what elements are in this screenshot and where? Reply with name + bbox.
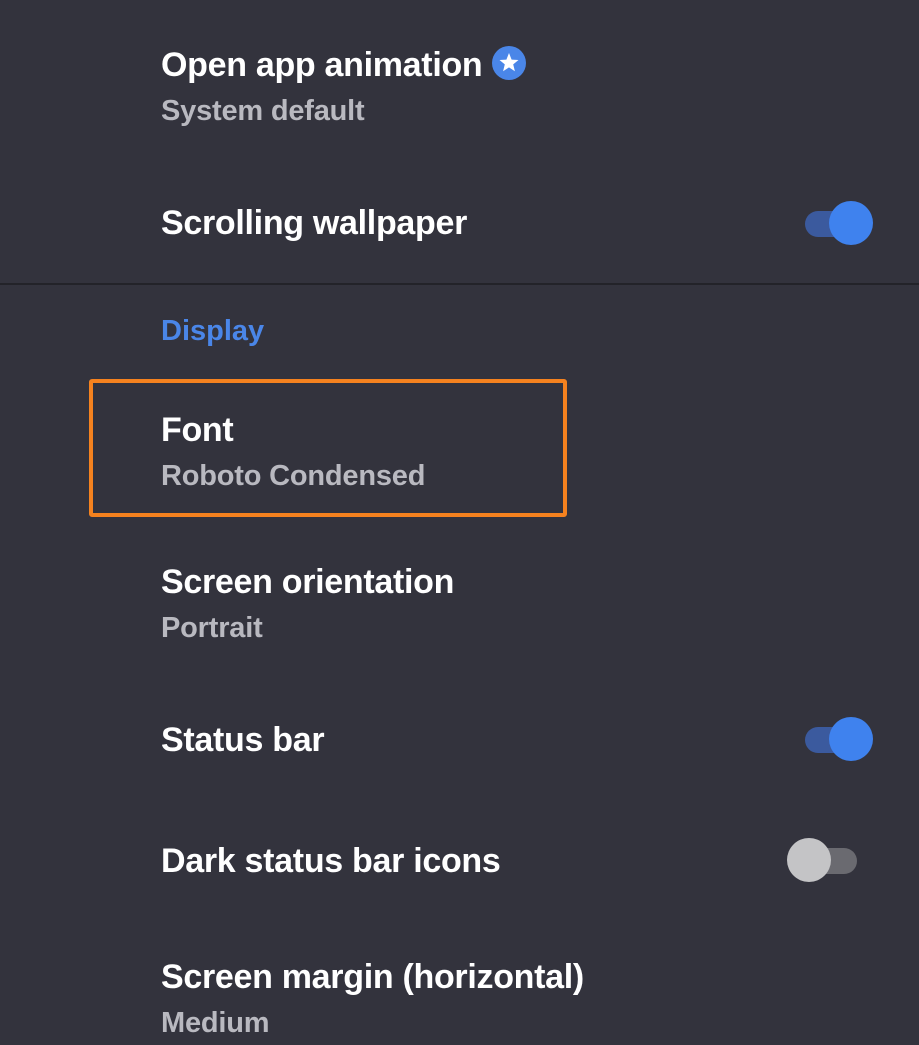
open-app-animation-title: Open app animation bbox=[161, 46, 483, 84]
open-app-animation-value: System default bbox=[161, 95, 365, 127]
star-icon bbox=[492, 46, 527, 81]
screen-margin-title: Screen margin (horizontal) bbox=[161, 958, 584, 996]
status-bar-setting[interactable]: Status bar bbox=[0, 680, 919, 800]
status-bar-toggle[interactable] bbox=[803, 715, 875, 763]
toggle-thumb bbox=[787, 838, 831, 882]
scrolling-wallpaper-title: Scrolling wallpaper bbox=[161, 204, 468, 242]
dark-status-bar-icons-title: Dark status bar icons bbox=[161, 842, 501, 880]
settings-screen: Open app animation System default Scroll… bbox=[0, 0, 919, 1045]
screen-margin-setting[interactable]: Screen margin (horizontal) Medium bbox=[0, 930, 919, 1045]
open-app-animation-title-row: Open app animation bbox=[161, 45, 527, 85]
toggle-thumb bbox=[829, 201, 873, 245]
dark-status-bar-icons-setting[interactable]: Dark status bar icons bbox=[0, 810, 919, 920]
status-bar-title: Status bar bbox=[161, 721, 325, 759]
scrolling-wallpaper-toggle[interactable] bbox=[803, 199, 875, 247]
screen-orientation-value: Portrait bbox=[161, 612, 263, 644]
scrolling-wallpaper-setting[interactable]: Scrolling wallpaper bbox=[0, 170, 919, 280]
open-app-animation-setting[interactable]: Open app animation System default bbox=[0, 0, 919, 150]
screen-orientation-setting[interactable]: Screen orientation Portrait bbox=[0, 530, 919, 660]
font-highlight-box bbox=[89, 379, 567, 517]
section-divider bbox=[0, 283, 919, 285]
dark-status-bar-icons-toggle[interactable] bbox=[787, 836, 859, 884]
screen-orientation-title: Screen orientation bbox=[161, 563, 455, 601]
screen-margin-value: Medium bbox=[161, 1007, 270, 1039]
display-section-header: Display bbox=[161, 315, 265, 347]
toggle-thumb bbox=[829, 717, 873, 761]
